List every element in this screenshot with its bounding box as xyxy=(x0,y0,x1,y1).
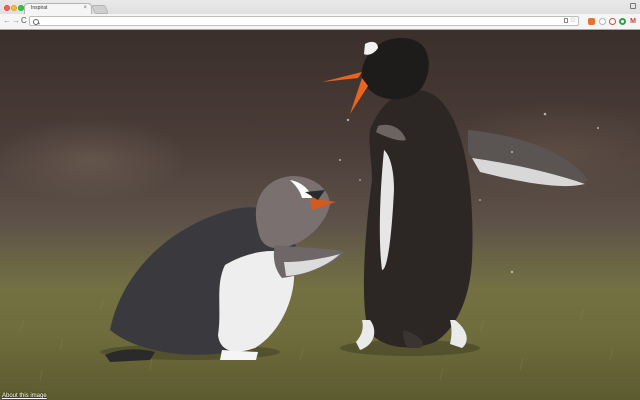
close-window-button[interactable] xyxy=(4,5,10,11)
reload-icon[interactable]: C xyxy=(21,16,27,26)
penguin-chick xyxy=(105,176,344,362)
browser-chrome: Inspirat × ← → C ☆ M xyxy=(0,0,640,30)
background-photo xyxy=(19,37,614,381)
new-tab-button[interactable] xyxy=(91,5,109,14)
extension-green-ring-icon[interactable] xyxy=(619,18,626,25)
about-this-image-link[interactable]: About this image xyxy=(2,393,47,399)
profile-icon[interactable] xyxy=(630,3,636,9)
tab-title: Inspirat xyxy=(31,5,48,11)
address-input[interactable] xyxy=(40,17,560,25)
address-bar[interactable]: ☆ xyxy=(29,16,579,26)
extension-circle-icon[interactable] xyxy=(599,18,606,25)
bookmark-star-icon[interactable]: ☆ xyxy=(570,16,576,25)
penguin-adult xyxy=(322,37,588,350)
new-tab-page: About this image xyxy=(0,30,640,400)
search-icon xyxy=(33,18,39,25)
minimize-window-button[interactable] xyxy=(11,5,17,11)
extension-power-icon[interactable] xyxy=(609,18,616,25)
gmail-icon[interactable]: M xyxy=(629,18,637,25)
browser-toolbar: ← → C ☆ M xyxy=(0,14,640,29)
back-icon[interactable]: ← xyxy=(3,16,11,26)
tab-close-icon[interactable]: × xyxy=(83,4,87,13)
page-info-icon[interactable] xyxy=(564,18,568,23)
forward-icon[interactable]: → xyxy=(12,16,20,26)
browser-tab[interactable]: Inspirat × xyxy=(24,3,92,14)
grass-texture xyxy=(19,299,614,381)
extension-orange-icon[interactable] xyxy=(588,18,595,25)
